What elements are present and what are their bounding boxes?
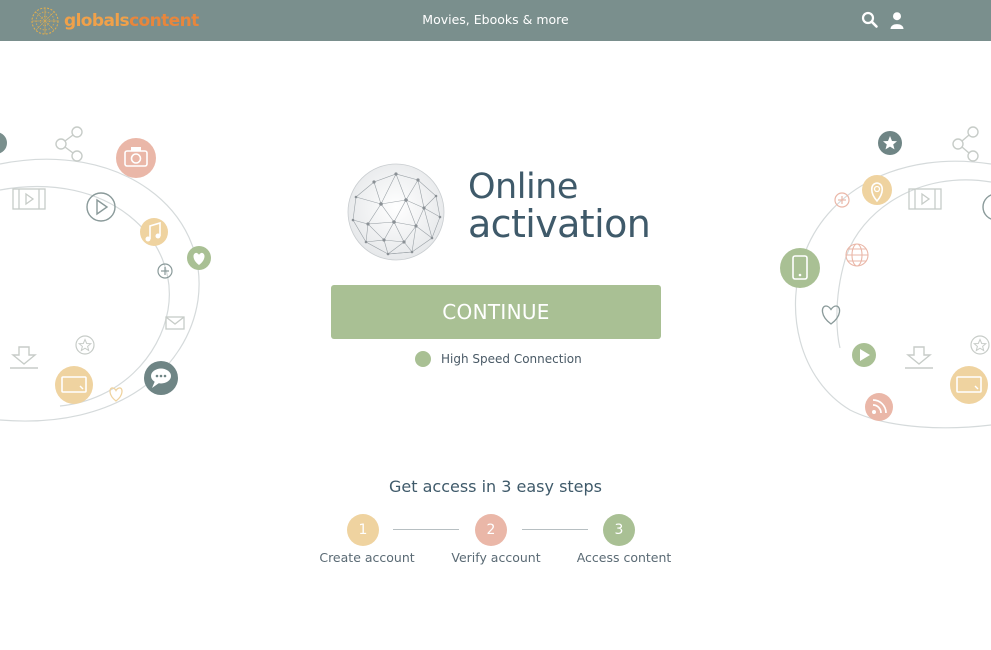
plus-icon [834, 192, 850, 208]
music-note-icon [140, 218, 168, 246]
step-connector [393, 529, 459, 530]
download-icon [905, 346, 933, 369]
right-decoration [770, 100, 991, 440]
page-title: Online activation [468, 167, 651, 246]
network-globe-icon [346, 162, 446, 262]
film-icon [908, 188, 942, 210]
camera-icon [116, 138, 156, 178]
mail-icon [165, 316, 185, 330]
location-icon [862, 175, 892, 205]
download-icon [10, 346, 38, 369]
connection-label: High Speed Connection [441, 352, 582, 366]
screen-icon [950, 366, 988, 404]
edge-dot-icon [0, 132, 7, 154]
page-title-line2: activation [468, 202, 651, 246]
film-icon [12, 188, 46, 210]
star-icon [75, 335, 95, 355]
share-icon [952, 126, 979, 162]
step-3-badge: 3 [603, 514, 635, 546]
connection-status: High Speed Connection [415, 350, 582, 368]
step-1-label: Create account [319, 550, 415, 565]
play-icon [852, 343, 876, 367]
share-icon [55, 126, 83, 162]
step-1-badge: 1 [347, 514, 379, 546]
page-title-line1: Online [468, 167, 578, 207]
steps-title: Get access in 3 easy steps [388, 477, 603, 496]
top-bar: globalscontent Movies, Ebooks & more [0, 0, 991, 41]
edge-circle-icon [982, 194, 991, 220]
globe-icon [845, 243, 869, 267]
step-connector [522, 529, 588, 530]
rss-icon [865, 393, 893, 421]
user-icon[interactable] [888, 11, 906, 29]
left-decoration [0, 100, 230, 440]
status-dot-icon [415, 351, 431, 367]
chat-icon [144, 361, 178, 395]
star-icon [878, 131, 902, 155]
step-2-badge: 2 [475, 514, 507, 546]
header-tagline-container: Movies, Ebooks & more [0, 12, 991, 27]
step-2-label: Verify account [451, 550, 541, 565]
header-tagline[interactable]: Movies, Ebooks & more [422, 12, 568, 27]
heart-icon [187, 246, 211, 270]
phone-icon [780, 248, 820, 288]
continue-button[interactable]: CONTINUE [331, 285, 661, 339]
step-3-label: Access content [576, 550, 672, 565]
search-icon[interactable] [861, 11, 879, 29]
play-icon [86, 192, 116, 222]
star-icon [970, 335, 990, 355]
screen-icon [55, 366, 93, 404]
